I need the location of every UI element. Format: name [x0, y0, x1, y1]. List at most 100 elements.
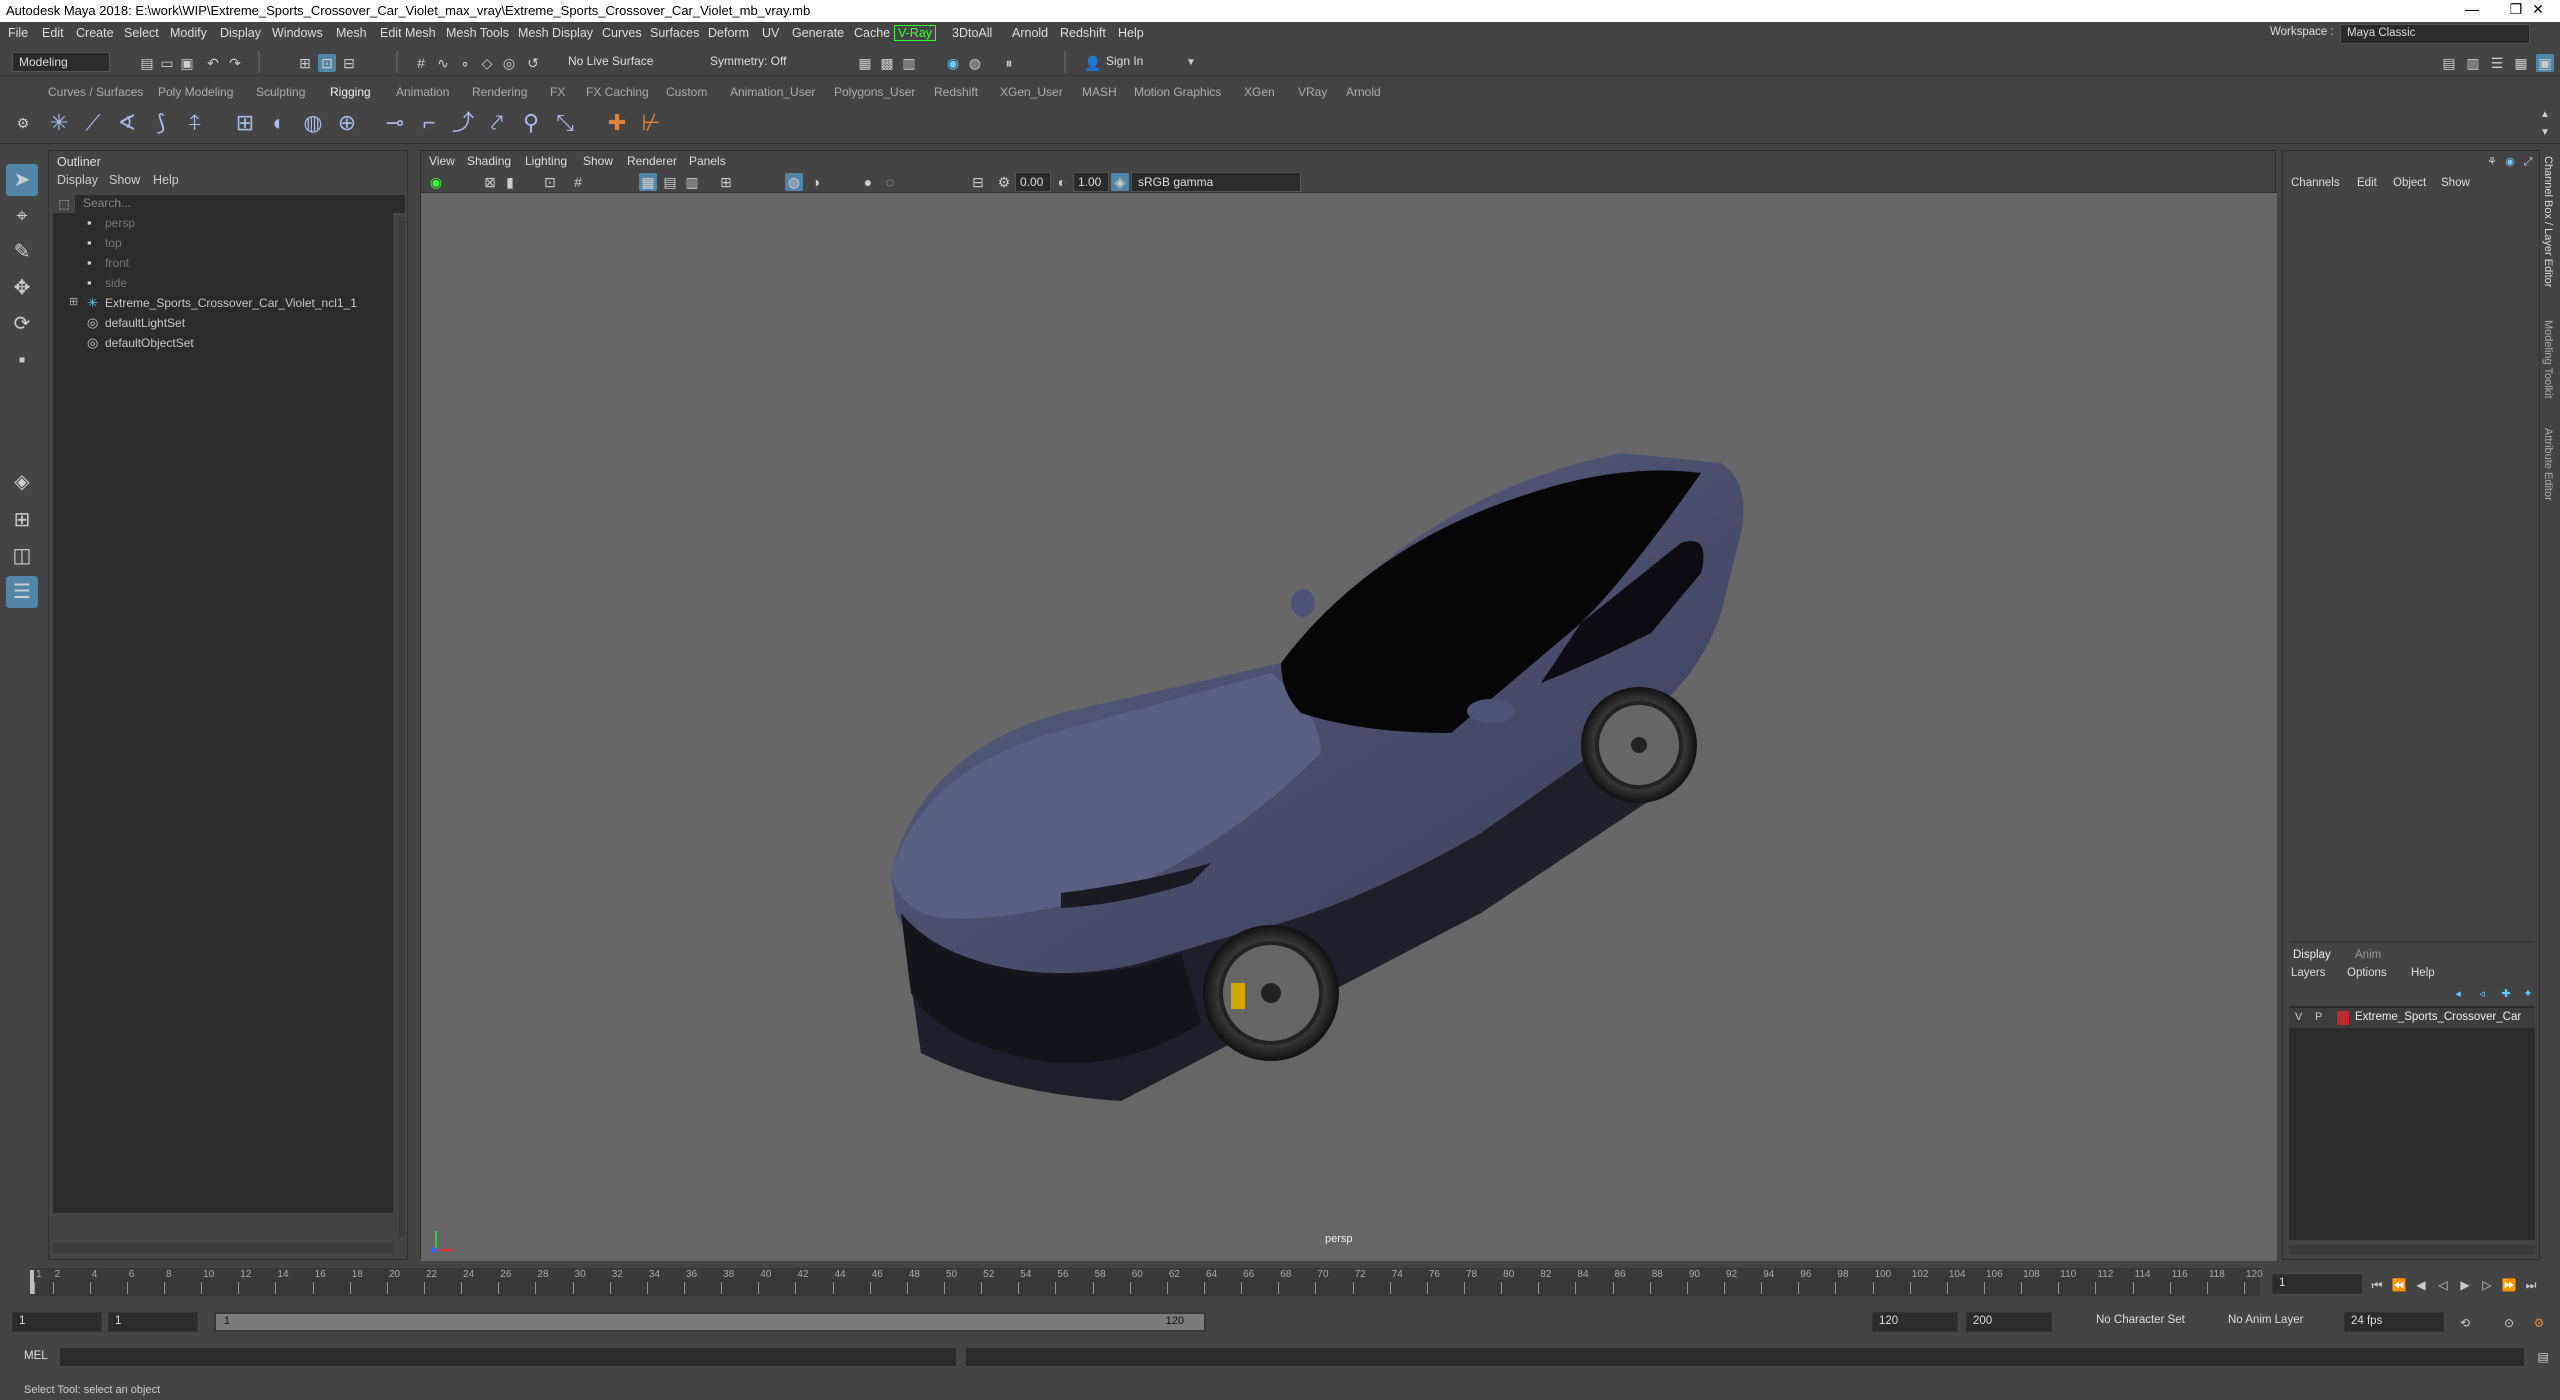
- auto-key-icon[interactable]: ⊙: [2500, 1314, 2518, 1332]
- copy-weights-icon[interactable]: ⚲: [516, 108, 546, 138]
- list-item[interactable]: ◎ defaultLightSet: [53, 313, 393, 333]
- range-slider-handle[interactable]: 1 120: [216, 1314, 1204, 1330]
- locator-icon[interactable]: ⍏: [180, 108, 210, 138]
- shelf-tab-fx-caching[interactable]: FX Caching: [586, 85, 649, 99]
- layer-playback-toggle[interactable]: P: [2315, 1011, 2322, 1023]
- save-scene-icon[interactable]: ▣: [178, 54, 196, 72]
- shelf-tab-poly-modeling[interactable]: Poly Modeling: [158, 85, 233, 99]
- side-tab-attribute-editor[interactable]: Attribute Editor: [2542, 428, 2554, 501]
- shelf-tab-animation-user[interactable]: Animation_User: [730, 85, 815, 99]
- shelf-menu-icon[interactable]: ⚙: [14, 114, 32, 132]
- menu-display[interactable]: Display: [220, 26, 261, 40]
- range-slider[interactable]: 1 120: [214, 1312, 1206, 1332]
- horizontal-scrollbar[interactable]: [53, 1243, 393, 1253]
- layer-menu-layers[interactable]: Layers: [2291, 967, 2326, 979]
- paint-weights-icon[interactable]: ⤴: [448, 108, 478, 138]
- two-view-icon[interactable]: ◫: [6, 540, 38, 572]
- grid-icon[interactable]: #: [569, 173, 587, 191]
- camera-select-icon[interactable]: ⊠: [481, 173, 499, 191]
- viewport-menu-shading[interactable]: Shading: [467, 154, 511, 168]
- snap-surface-icon[interactable]: ◎: [500, 54, 518, 72]
- list-item[interactable]: ▪ top: [53, 233, 393, 253]
- live-surface-field[interactable]: No Live Surface: [562, 52, 659, 72]
- menu-create[interactable]: Create: [76, 26, 114, 40]
- playback-start-field[interactable]: 1: [108, 1312, 198, 1332]
- gamma-icon[interactable]: ◐: [1053, 173, 1071, 191]
- insert-joint-icon[interactable]: ⟋: [78, 108, 108, 138]
- layer-name[interactable]: Extreme_Sports_Crossover_Car: [2355, 1011, 2521, 1023]
- command-input[interactable]: [60, 1348, 956, 1366]
- motion-blur-icon[interactable]: ◌: [881, 173, 899, 191]
- ik-spline-icon[interactable]: ⟆: [146, 108, 176, 138]
- menu-curves[interactable]: Curves: [602, 26, 642, 40]
- menu-select[interactable]: Select: [124, 26, 159, 40]
- toggle-sidebar-icon[interactable]: ▤: [2440, 54, 2458, 72]
- wire-icon[interactable]: ⊕: [332, 108, 362, 138]
- viewport-menu-show[interactable]: Show: [583, 154, 613, 168]
- layer-tab-anim[interactable]: Anim: [2355, 949, 2381, 961]
- ipr-render-icon[interactable]: ▥: [900, 54, 918, 72]
- menu-edit-mesh[interactable]: Edit Mesh: [380, 26, 436, 40]
- mel-label[interactable]: MEL: [24, 1350, 48, 1362]
- menu-mesh[interactable]: Mesh: [336, 26, 367, 40]
- shelf-tab-custom[interactable]: Custom: [666, 85, 707, 99]
- outliner-layout-icon[interactable]: ☰: [6, 576, 38, 608]
- wrap-icon[interactable]: ◍: [298, 108, 328, 138]
- ambient-occlusion-icon[interactable]: ●: [859, 173, 877, 191]
- character-set-select[interactable]: No Character Set: [2090, 1312, 2210, 1332]
- shelf-tab-redshift[interactable]: Redshift: [934, 85, 978, 99]
- select-hierarchy-icon[interactable]: ⊞: [296, 54, 314, 72]
- camera-attributes-icon[interactable]: ◉: [427, 173, 445, 191]
- list-item[interactable]: ⊞ ✳ Extreme_Sports_Crossover_Car_Violet_nc…: [53, 293, 393, 313]
- toggle-channelbox-icon[interactable]: ▦: [2512, 54, 2530, 72]
- rotate-tool-icon[interactable]: ⟳: [6, 308, 38, 340]
- move-tool-icon[interactable]: ✥: [6, 272, 38, 304]
- symmetry-select[interactable]: Symmetry: Off: [704, 52, 792, 72]
- resolution-gate-icon[interactable]: ⊟: [969, 173, 987, 191]
- menu-deform[interactable]: Deform: [708, 26, 749, 40]
- menu-surfaces[interactable]: Surfaces: [650, 26, 699, 40]
- shelf-tab-sculpting[interactable]: Sculpting: [256, 85, 305, 99]
- shelf-tab-polygons-user[interactable]: Polygons_User: [834, 85, 915, 99]
- render-region-icon[interactable]: ▦: [856, 54, 874, 72]
- menu-mesh-tools[interactable]: Mesh Tools: [446, 26, 509, 40]
- snap-point-icon[interactable]: ∘: [456, 54, 474, 72]
- layer-row[interactable]: V P Extreme_Sports_Crossover_Car: [2289, 1008, 2535, 1028]
- vertical-scrollbar[interactable]: [399, 217, 405, 1237]
- cluster-icon[interactable]: ◐: [264, 108, 294, 138]
- list-item[interactable]: ◎ defaultObjectSet: [53, 333, 393, 353]
- shelf-scroll-down-icon[interactable]: ▼: [2536, 124, 2554, 142]
- time-ruler[interactable]: 1 2 4 6 8 10 12 14 16 18 20 22 24 26 28 30 32 34 36 38 40 42 4…: [30, 1268, 2263, 1296]
- paint-select-icon[interactable]: ✎: [6, 236, 38, 268]
- go-to-end-icon[interactable]: ⏭: [2522, 1276, 2540, 1294]
- toggle-toolsettings-icon[interactable]: ☰: [2488, 54, 2506, 72]
- layer-list[interactable]: V P Extreme_Sports_Crossover_Car: [2289, 1006, 2535, 1240]
- channel-list[interactable]: [2289, 197, 2535, 927]
- list-item[interactable]: ▪ front: [53, 253, 393, 273]
- channel-pin-icon[interactable]: ⤢: [2519, 153, 2537, 171]
- step-back-key-icon[interactable]: ⏪: [2390, 1276, 2408, 1294]
- undo-icon[interactable]: ↶: [204, 54, 222, 72]
- play-forward-icon[interactable]: ▶: [2456, 1276, 2474, 1294]
- exposure-field[interactable]: 0.00: [1015, 172, 1051, 192]
- menu-help[interactable]: Help: [1118, 26, 1144, 40]
- toggle-layer-icon[interactable]: ▣: [2536, 54, 2554, 72]
- car-model[interactable]: [421, 193, 2277, 1261]
- isolate-select-icon[interactable]: ⊞: [717, 173, 735, 191]
- smooth-bind-icon[interactable]: ⌐: [414, 108, 444, 138]
- viewport-menu-panels[interactable]: Panels: [689, 154, 726, 168]
- single-view-icon[interactable]: ◈: [6, 466, 38, 498]
- hypershade-icon[interactable]: ◍: [966, 54, 984, 72]
- vray-framebuffer-icon[interactable]: ⏸: [1000, 54, 1018, 72]
- shelf-tab-arnold[interactable]: Arnold: [1346, 85, 1381, 99]
- step-forward-frame-icon[interactable]: ▷: [2478, 1276, 2496, 1294]
- render-current-icon[interactable]: ▩: [878, 54, 896, 72]
- menu-mesh-display[interactable]: Mesh Display: [518, 26, 593, 40]
- channel-menu-channels[interactable]: Channels: [2291, 177, 2340, 189]
- open-scene-icon[interactable]: ▭: [158, 54, 176, 72]
- current-time-marker[interactable]: [30, 1270, 34, 1294]
- select-object-icon[interactable]: ⊡: [318, 54, 336, 72]
- joint-tool-icon[interactable]: ✳: [44, 108, 74, 138]
- play-backward-icon[interactable]: ◁: [2434, 1276, 2452, 1294]
- image-plane-icon[interactable]: ⊡: [541, 173, 559, 191]
